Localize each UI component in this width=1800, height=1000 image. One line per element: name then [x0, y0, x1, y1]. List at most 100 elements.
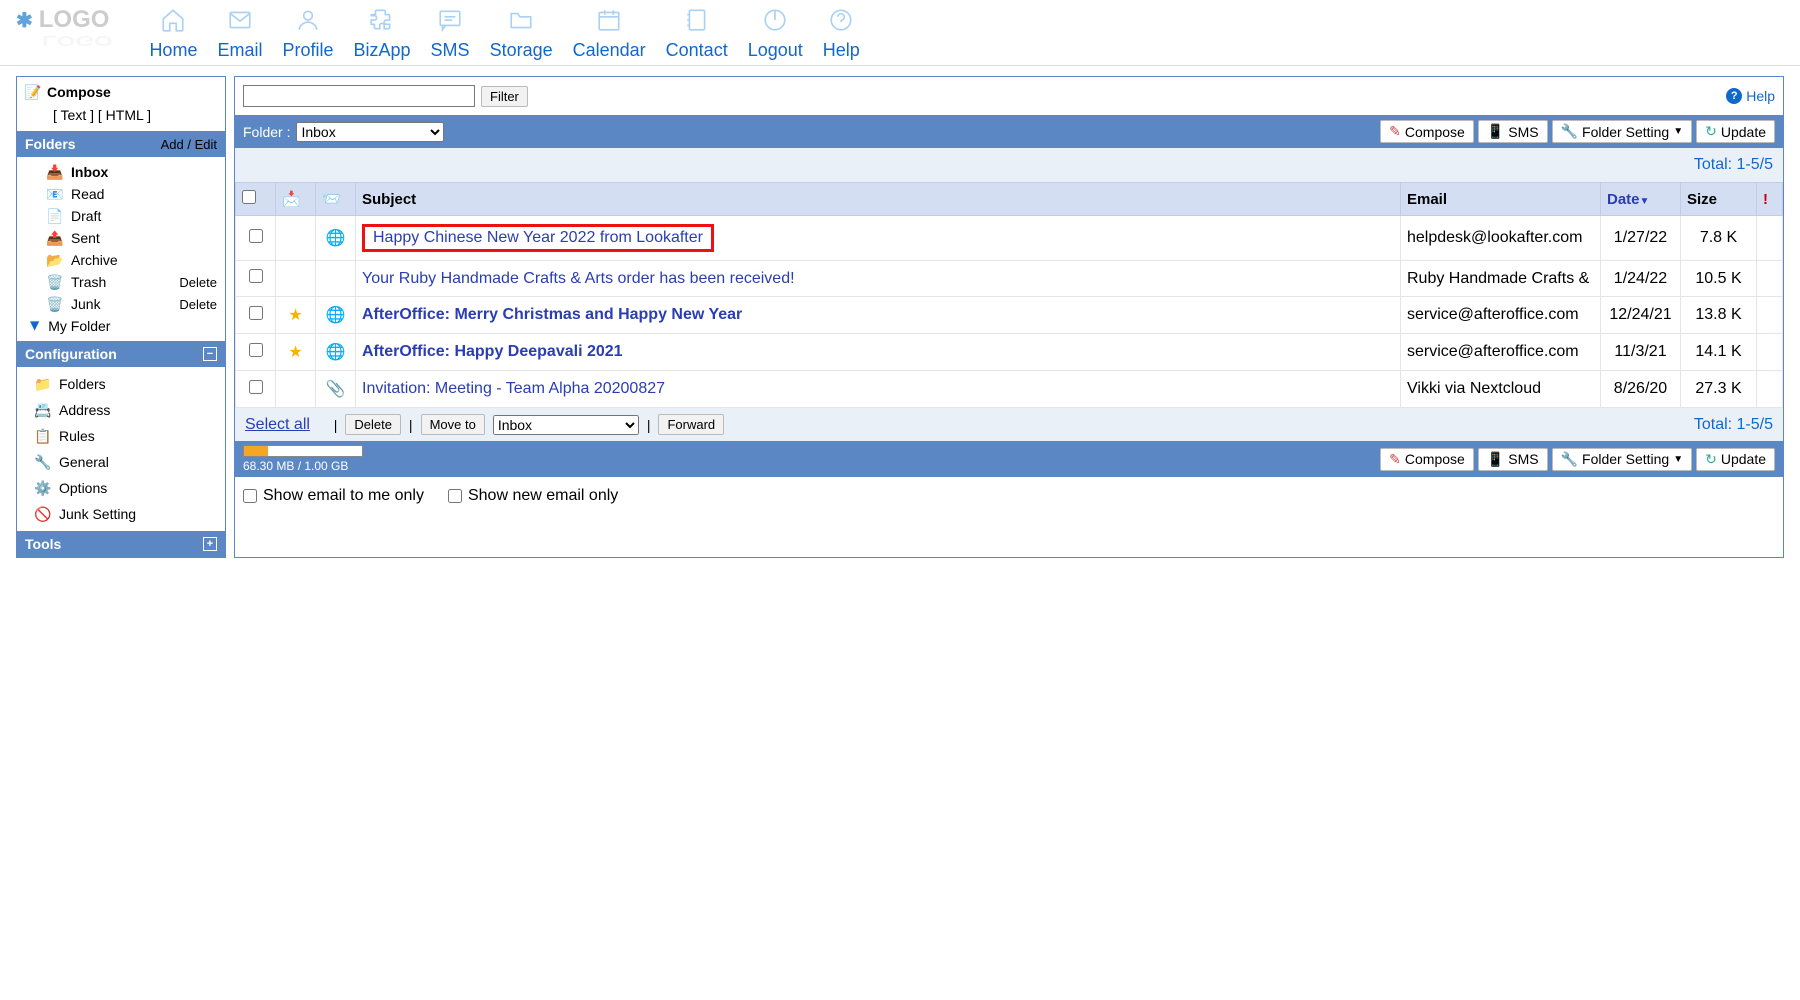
- logo-icon: ✱: [16, 8, 33, 33]
- row-checkbox[interactable]: [249, 269, 263, 283]
- folders-add-edit-link[interactable]: Add / Edit: [161, 137, 217, 152]
- nav-email[interactable]: Email: [217, 6, 262, 61]
- col-email[interactable]: Email: [1401, 183, 1601, 216]
- folder-draft[interactable]: 📄Draft: [17, 205, 225, 227]
- update-button[interactable]: ↻Update: [1696, 120, 1775, 143]
- trash-delete-link[interactable]: Delete: [179, 275, 217, 290]
- star-icon[interactable]: ★: [288, 307, 302, 324]
- email-size: 13.8 K: [1681, 297, 1757, 334]
- compose-button[interactable]: 📝 Compose: [17, 77, 225, 107]
- col-subject[interactable]: Subject: [356, 183, 1401, 216]
- row-checkbox[interactable]: [249, 380, 263, 394]
- nav-profile[interactable]: Profile: [282, 6, 333, 61]
- help-link[interactable]: ? Help: [1726, 88, 1775, 104]
- storage-fill: [244, 446, 268, 456]
- search-input[interactable]: [243, 85, 475, 107]
- folder-setting-button-2[interactable]: 🔧Folder Setting ▼: [1552, 448, 1693, 471]
- filter-to-me-checkbox[interactable]: [243, 489, 257, 503]
- folder-sent[interactable]: 📤Sent: [17, 227, 225, 249]
- folder-icon: [507, 6, 535, 34]
- select-all-link[interactable]: Select all: [245, 416, 310, 434]
- delete-button[interactable]: Delete: [345, 414, 401, 435]
- email-subject-link[interactable]: Invitation: Meeting - Team Alpha 2020082…: [362, 380, 665, 397]
- select-all-checkbox[interactable]: [242, 190, 256, 204]
- nav-help[interactable]: Help: [823, 6, 860, 61]
- compose-button[interactable]: ✎Compose: [1380, 120, 1474, 143]
- folder-label: Read: [71, 186, 104, 202]
- config-label: Folders: [59, 376, 106, 392]
- nav-home[interactable]: Home: [149, 6, 197, 61]
- mail-attach-icon: 📨: [322, 191, 341, 208]
- compose-icon: 📝: [25, 84, 41, 100]
- folder-read[interactable]: 📧Read: [17, 183, 225, 205]
- filter-to-me[interactable]: Show email to me only: [243, 487, 424, 505]
- sms-button-2[interactable]: 📱SMS: [1478, 448, 1548, 471]
- config-address[interactable]: 📇Address: [17, 397, 225, 423]
- config-folders[interactable]: 📁Folders: [17, 371, 225, 397]
- move-to-button[interactable]: Move to: [421, 414, 485, 435]
- sms-button[interactable]: 📱SMS: [1478, 120, 1548, 143]
- caret-down-icon: ▼: [1673, 126, 1683, 137]
- table-row[interactable]: 📎Invitation: Meeting - Team Alpha 202008…: [236, 371, 1783, 408]
- folder-archive[interactable]: 📂Archive: [17, 249, 225, 271]
- folder-setting-button[interactable]: 🔧Folder Setting ▼: [1552, 120, 1693, 143]
- email-subject-link[interactable]: Happy Chinese New Year 2022 from Lookaft…: [373, 229, 703, 246]
- btn-label: Compose: [1405, 124, 1465, 140]
- power-icon: [761, 6, 789, 34]
- col-size[interactable]: Size: [1681, 183, 1757, 216]
- expand-icon: +: [203, 537, 217, 551]
- collapse-icon: −: [203, 347, 217, 361]
- junk-delete-link[interactable]: Delete: [179, 297, 217, 312]
- email-size: 7.8 K: [1681, 216, 1757, 261]
- nav-calendar[interactable]: Calendar: [573, 6, 646, 61]
- folder-my-folder[interactable]: ▶My Folder: [17, 315, 225, 337]
- table-row[interactable]: Your Ruby Handmade Crafts & Arts order h…: [236, 261, 1783, 297]
- col-attach[interactable]: 📨: [316, 183, 356, 216]
- email-size: 27.3 K: [1681, 371, 1757, 408]
- filter-new-checkbox[interactable]: [448, 489, 462, 503]
- table-row[interactable]: ★🌐AfterOffice: Merry Christmas and Happy…: [236, 297, 1783, 334]
- config-header[interactable]: Configuration −: [17, 341, 225, 367]
- email-subject-link[interactable]: Your Ruby Handmade Crafts & Arts order h…: [362, 270, 795, 287]
- tools-header[interactable]: Tools +: [17, 531, 225, 557]
- row-checkbox[interactable]: [249, 306, 263, 320]
- config-options[interactable]: ⚙️Options: [17, 475, 225, 501]
- filter-button[interactable]: Filter: [481, 86, 528, 107]
- email-subject-link[interactable]: AfterOffice: Happy Deepavali 2021: [362, 343, 623, 360]
- row-checkbox[interactable]: [249, 343, 263, 357]
- folder-trash[interactable]: 🗑️TrashDelete: [17, 271, 225, 293]
- folder-select[interactable]: Inbox: [296, 122, 444, 142]
- move-to-select[interactable]: Inbox: [493, 415, 639, 435]
- star-icon[interactable]: ★: [288, 344, 302, 361]
- row-checkbox[interactable]: [249, 229, 263, 243]
- col-star[interactable]: 📩: [276, 183, 316, 216]
- config-rules[interactable]: 📋Rules: [17, 423, 225, 449]
- compose-text-link[interactable]: [ Text ]: [53, 107, 94, 123]
- col-priority[interactable]: !: [1757, 183, 1783, 216]
- total-count: Total: 1-5/5: [1694, 416, 1773, 434]
- filter-new-only[interactable]: Show new email only: [448, 487, 618, 505]
- col-date[interactable]: Date▼: [1601, 183, 1681, 216]
- compose-button-2[interactable]: ✎Compose: [1380, 448, 1474, 471]
- config-title: Configuration: [25, 346, 117, 362]
- nav-bizapp[interactable]: BizApp: [354, 6, 411, 61]
- table-row[interactable]: ★🌐AfterOffice: Happy Deepavali 2021servi…: [236, 334, 1783, 371]
- folder-junk[interactable]: 🗑️JunkDelete: [17, 293, 225, 315]
- forward-button[interactable]: Forward: [658, 414, 724, 435]
- email-subject-link[interactable]: AfterOffice: Merry Christmas and Happy N…: [362, 306, 742, 323]
- config-general[interactable]: 🔧General: [17, 449, 225, 475]
- table-row[interactable]: 🌐Happy Chinese New Year 2022 from Lookaf…: [236, 216, 1783, 261]
- nav-sms[interactable]: SMS: [431, 6, 470, 61]
- update-button-2[interactable]: ↻Update: [1696, 448, 1775, 471]
- nav-storage[interactable]: Storage: [490, 6, 553, 61]
- folder-inbox[interactable]: 📥Inbox: [17, 161, 225, 183]
- nav-label: Contact: [666, 40, 728, 61]
- nav-logout[interactable]: Logout: [748, 6, 803, 61]
- config-junk-setting[interactable]: 🚫Junk Setting: [17, 501, 225, 527]
- folder-label: Inbox: [71, 164, 108, 180]
- archive-icon: 📂: [47, 252, 63, 268]
- nav-contact[interactable]: Contact: [666, 6, 728, 61]
- compose-html-link[interactable]: [ HTML ]: [98, 107, 151, 123]
- nav-label: Calendar: [573, 40, 646, 61]
- trash-icon: 🗑️: [47, 274, 63, 290]
